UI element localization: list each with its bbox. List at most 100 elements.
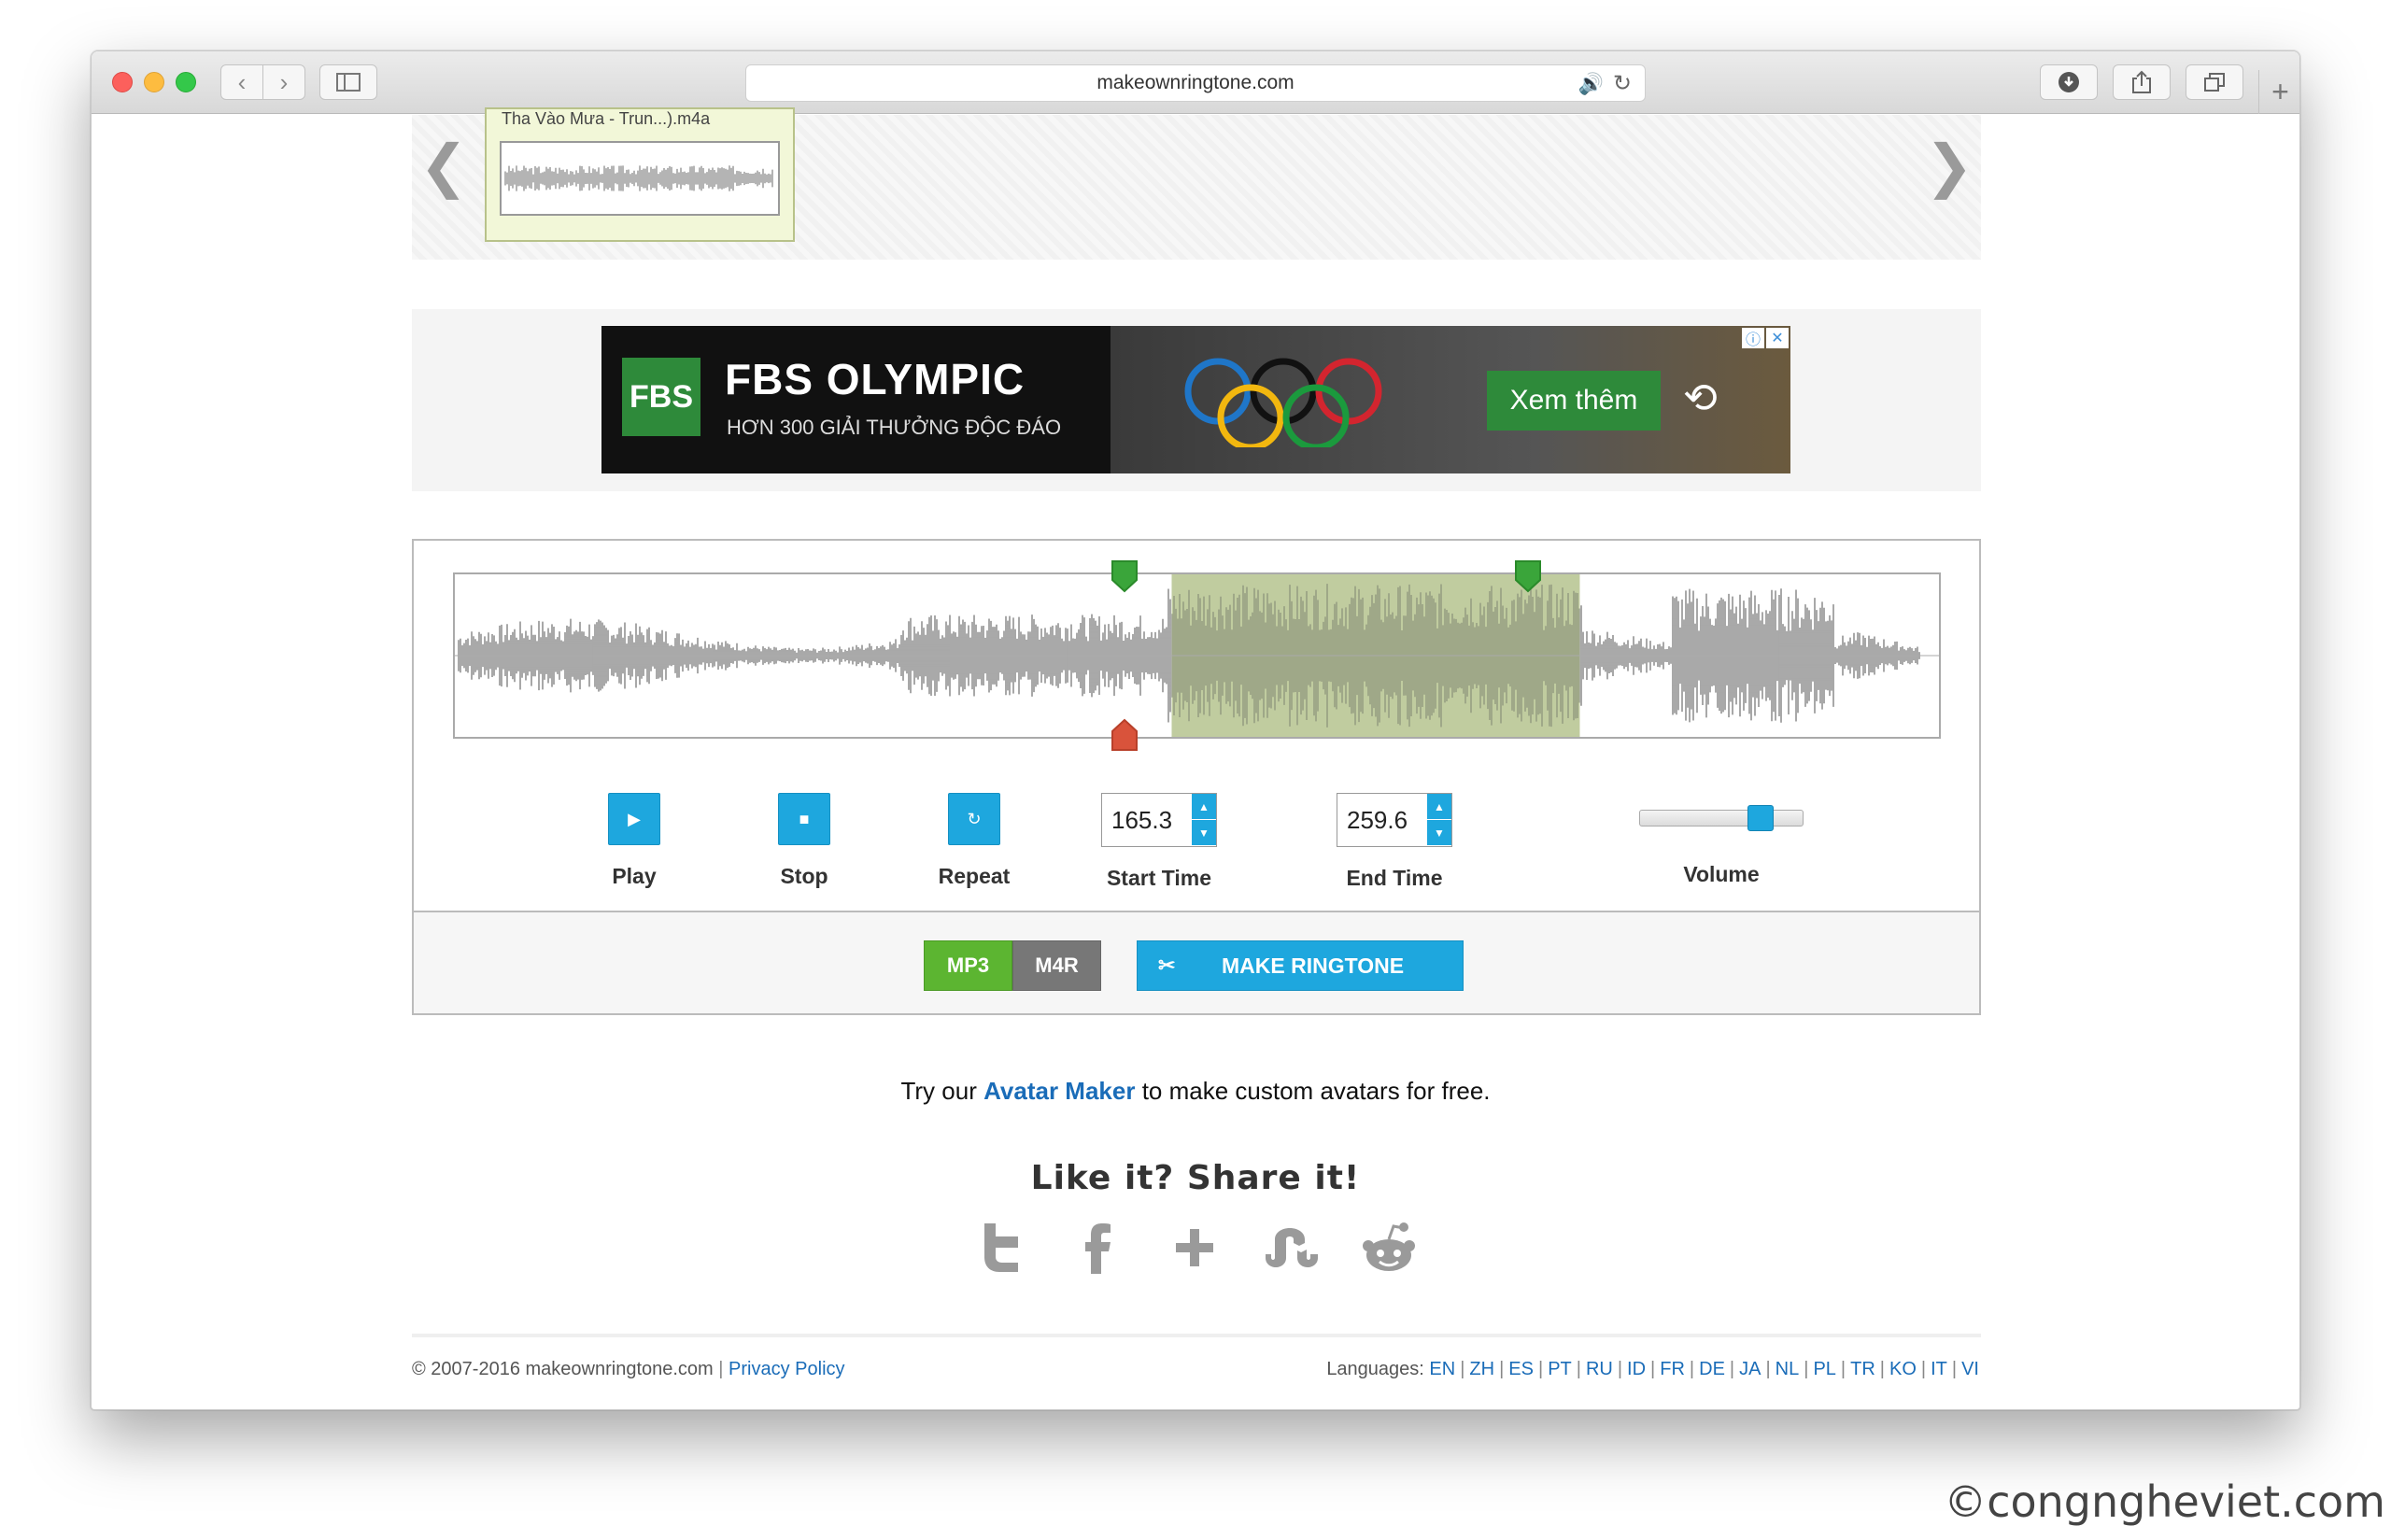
ad-banner[interactable]: FBS FBS OLYMPIC HƠN 300 GIẢI THƯỞNG ĐỘC … xyxy=(601,326,1790,473)
language-link-de[interactable]: DE xyxy=(1699,1359,1725,1379)
format-mp3-button[interactable]: MP3 xyxy=(924,940,1012,991)
browser-window: ‹ › makeownringtone.com 🔊 ↻ + ❮ Tha Vào … xyxy=(91,50,2300,1410)
language-link-es[interactable]: ES xyxy=(1508,1359,1534,1379)
end-time-input[interactable] xyxy=(1337,794,1427,846)
language-link-fr[interactable]: FR xyxy=(1660,1359,1685,1379)
repeat-button[interactable]: ↻ xyxy=(948,793,1000,845)
format-m4r-button[interactable]: M4R xyxy=(1012,940,1101,991)
speaker-icon[interactable]: 🔊 xyxy=(1578,72,1604,96)
waveform[interactable] xyxy=(455,574,1939,737)
language-separator: | xyxy=(1879,1359,1885,1379)
zoom-window-button[interactable] xyxy=(176,72,196,92)
gallery-file-title: Tha Vào Mưa - Trun...).m4a xyxy=(502,109,711,128)
sidebar-toggle-button[interactable] xyxy=(319,64,377,100)
ad-title: FBS OLYMPIC xyxy=(725,355,1026,403)
volume-slider[interactable] xyxy=(1639,805,1804,831)
title-bar: ‹ › makeownringtone.com 🔊 ↻ + xyxy=(92,51,2299,114)
scissors-icon: ✂ xyxy=(1158,954,1176,977)
start-time-decrement-icon[interactable]: ▼ xyxy=(1192,820,1216,846)
volume-label: Volume xyxy=(1683,862,1760,886)
language-separator: | xyxy=(1951,1359,1958,1379)
language-separator: | xyxy=(1689,1359,1695,1379)
address-bar[interactable]: makeownringtone.com 🔊 ↻ xyxy=(745,64,1646,102)
twitter-icon[interactable] xyxy=(969,1217,1031,1279)
privacy-policy-link[interactable]: Privacy Policy xyxy=(729,1359,844,1379)
waveform-container[interactable] xyxy=(453,572,1941,739)
share-button[interactable] xyxy=(2113,64,2171,100)
repeat-icon: ↻ xyxy=(967,809,982,828)
forward-button[interactable]: › xyxy=(262,64,305,100)
reload-icon[interactable]: ↻ xyxy=(1613,70,1632,97)
footer-copyright: © 2007-2016 makeownringtone.com | Privac… xyxy=(412,1359,845,1379)
back-button[interactable]: ‹ xyxy=(220,64,263,100)
sidebar-icon xyxy=(336,73,361,92)
gallery-waveform-thumbnail xyxy=(500,141,780,216)
chevron-right-icon: › xyxy=(279,67,289,96)
language-link-zh[interactable]: ZH xyxy=(1469,1359,1494,1379)
play-button[interactable]: ▶ xyxy=(608,793,660,845)
avatar-maker-promo: Try our Avatar Maker to make custom avat… xyxy=(92,1077,2299,1106)
file-gallery: ❮ Tha Vào Mưa - Trun...).m4a ❯ xyxy=(412,107,1981,260)
end-time-increment-icon[interactable]: ▲ xyxy=(1427,794,1451,820)
stop-control: ■ Stop xyxy=(757,793,851,889)
copyright-text: © 2007-2016 makeownringtone.com xyxy=(412,1359,714,1379)
gallery-prev-arrow-icon[interactable]: ❮ xyxy=(419,132,468,200)
make-ringtone-label: MAKE RINGTONE xyxy=(1222,953,1405,978)
language-link-id[interactable]: ID xyxy=(1627,1359,1646,1379)
ad-cta-button[interactable]: Xem thêm xyxy=(1487,371,1661,431)
language-link-pt[interactable]: PT xyxy=(1548,1359,1572,1379)
gallery-file-card[interactable]: Tha Vào Mưa - Trun...).m4a xyxy=(485,107,795,242)
ad-info-icon[interactable]: ⓘ xyxy=(1742,328,1764,348)
volume-control: Volume xyxy=(1600,793,1843,887)
play-control: ▶ Play xyxy=(587,793,681,889)
start-time-input[interactable] xyxy=(1102,794,1192,846)
repeat-control: ↻ Repeat xyxy=(918,793,1030,889)
language-separator: | xyxy=(1576,1359,1581,1379)
plus-icon: + xyxy=(2271,75,2289,108)
google-plus-icon[interactable] xyxy=(1164,1217,1225,1279)
stop-label: Stop xyxy=(780,864,828,888)
avatar-maker-link[interactable]: Avatar Maker xyxy=(983,1077,1135,1105)
end-time-decrement-icon[interactable]: ▼ xyxy=(1427,820,1451,846)
tabs-overview-button[interactable] xyxy=(2186,64,2243,100)
make-ringtone-button[interactable]: ✂ MAKE RINGTONE xyxy=(1137,940,1464,991)
language-link-en[interactable]: EN xyxy=(1429,1359,1455,1379)
language-link-ja[interactable]: JA xyxy=(1739,1359,1761,1379)
language-link-it[interactable]: IT xyxy=(1931,1359,1947,1379)
new-tab-button[interactable]: + xyxy=(2258,70,2299,114)
language-link-nl[interactable]: NL xyxy=(1776,1359,1800,1379)
language-link-pl[interactable]: PL xyxy=(1813,1359,1835,1379)
language-links: Languages: EN | ZH | ES | PT | RU | ID | FR | DE | JA | NL… xyxy=(1326,1359,1979,1380)
volume-slider-thumb[interactable] xyxy=(1747,805,1775,831)
language-link-tr[interactable]: TR xyxy=(1850,1359,1875,1379)
stop-button[interactable]: ■ xyxy=(778,793,830,845)
footer-divider xyxy=(412,1334,1981,1337)
language-separator: | xyxy=(1460,1359,1465,1379)
language-separator: | xyxy=(1650,1359,1656,1379)
ad-close-icon[interactable]: ✕ xyxy=(1766,328,1789,348)
stop-icon: ■ xyxy=(799,809,810,828)
language-separator: | xyxy=(1537,1359,1544,1379)
ad-choices[interactable]: ⓘ ✕ xyxy=(1742,328,1789,348)
social-share-icons xyxy=(969,1217,1420,1279)
play-icon: ▶ xyxy=(628,809,641,828)
start-marker-handle[interactable] xyxy=(1111,559,1139,593)
ringtone-editor: ▶ Play ■ Stop ↻ Repeat ▲ ▼ Start Ti xyxy=(412,539,1981,1015)
minimize-window-button[interactable] xyxy=(144,72,164,92)
language-link-vi[interactable]: VI xyxy=(1961,1359,1979,1379)
language-link-ru[interactable]: RU xyxy=(1586,1359,1613,1379)
play-label: Play xyxy=(612,864,657,888)
stumbleupon-icon[interactable] xyxy=(1261,1217,1323,1279)
replay-icon[interactable]: ⟲ xyxy=(1683,374,1718,422)
start-time-increment-icon[interactable]: ▲ xyxy=(1192,794,1216,820)
playhead-marker[interactable] xyxy=(1111,718,1139,752)
end-marker-handle[interactable] xyxy=(1514,559,1542,593)
reddit-icon[interactable] xyxy=(1358,1217,1420,1279)
language-link-ko[interactable]: KO xyxy=(1889,1359,1917,1379)
language-separator: | xyxy=(1729,1359,1735,1379)
facebook-icon[interactable] xyxy=(1067,1217,1128,1279)
close-window-button[interactable] xyxy=(112,72,133,92)
language-separator: | xyxy=(1804,1359,1809,1379)
downloads-button[interactable] xyxy=(2040,64,2098,100)
gallery-next-arrow-icon[interactable]: ❯ xyxy=(1925,132,1974,200)
